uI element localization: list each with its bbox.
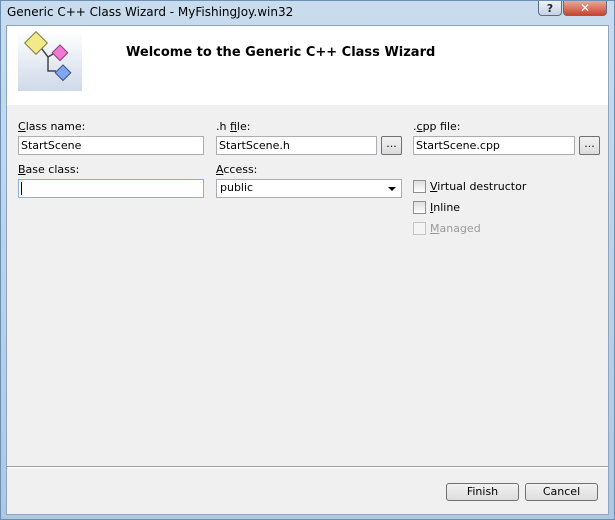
class-name-label: Class name: bbox=[18, 120, 86, 133]
help-icon: ? bbox=[546, 1, 554, 15]
cancel-button[interactable]: Cancel bbox=[525, 483, 598, 501]
chevron-down-icon bbox=[388, 187, 396, 191]
cpp-file-label: .cpp file: bbox=[413, 120, 461, 133]
wizard-window: Generic C++ Class Wizard - MyFishingJoy.… bbox=[0, 0, 615, 520]
managed-label: Managed bbox=[430, 222, 481, 235]
base-class-input[interactable] bbox=[18, 179, 204, 198]
virtual-destructor-label[interactable]: Virtual destructor bbox=[430, 180, 526, 193]
base-class-label: Base class: bbox=[18, 163, 80, 176]
close-button[interactable]: ✕ bbox=[563, 1, 607, 16]
dialog-client-area: Welcome to the Generic C++ Class Wizard … bbox=[6, 25, 609, 515]
banner-title: Welcome to the Generic C++ Class Wizard bbox=[126, 45, 436, 60]
inline-label[interactable]: Inline bbox=[430, 201, 460, 214]
access-label: Access: bbox=[216, 163, 258, 176]
h-file-browse-button[interactable]: ... bbox=[381, 136, 402, 155]
access-dropdown[interactable]: public bbox=[216, 179, 402, 198]
h-file-input[interactable]: StartScene.h bbox=[216, 136, 377, 155]
wizard-banner: Welcome to the Generic C++ Class Wizard bbox=[7, 26, 608, 105]
close-icon: ✕ bbox=[579, 1, 591, 15]
class-name-input[interactable]: StartScene bbox=[18, 136, 204, 155]
cpp-file-browse-button[interactable]: ... bbox=[579, 136, 600, 155]
window-title: Generic C++ Class Wizard - MyFishingJoy.… bbox=[7, 5, 294, 19]
cpp-file-input[interactable]: StartScene.cpp bbox=[413, 136, 575, 155]
h-file-label: .h file: bbox=[216, 120, 251, 133]
inline-checkbox[interactable] bbox=[413, 201, 426, 214]
class-diagram-icon bbox=[18, 30, 82, 91]
virtual-destructor-checkbox[interactable] bbox=[413, 180, 426, 193]
help-button[interactable]: ? bbox=[538, 1, 562, 16]
access-selected-value: public bbox=[220, 181, 254, 194]
title-bar[interactable]: Generic C++ Class Wizard - MyFishingJoy.… bbox=[1, 1, 614, 25]
banner-divider bbox=[7, 104, 608, 105]
finish-button[interactable]: Finish bbox=[446, 483, 519, 501]
footer-divider-highlight bbox=[7, 467, 608, 468]
managed-checkbox[interactable] bbox=[413, 222, 426, 235]
text-caret bbox=[21, 182, 22, 195]
